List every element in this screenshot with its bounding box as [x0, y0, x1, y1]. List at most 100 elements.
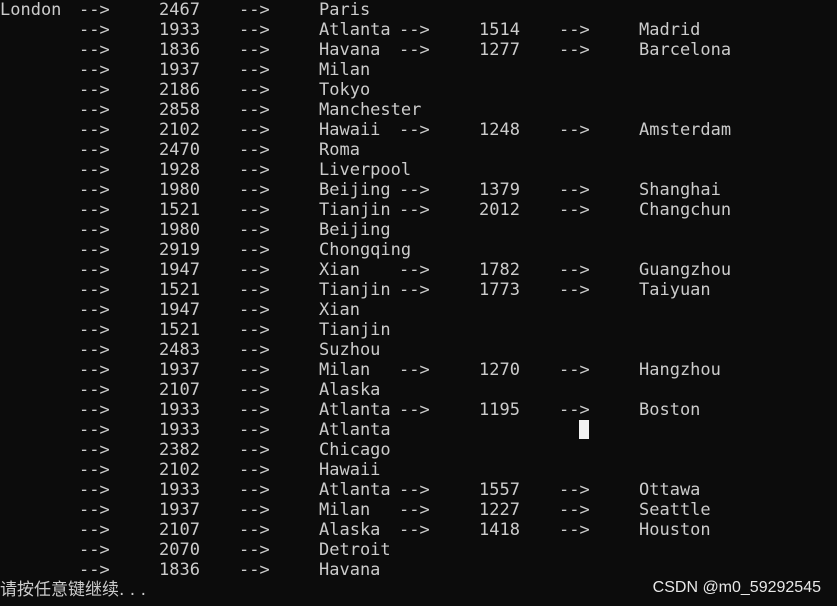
arrow: --> — [239, 120, 270, 140]
arrow: --> — [559, 400, 590, 420]
arrow: --> — [239, 40, 270, 60]
distance: 2107 — [159, 520, 200, 540]
arrow: --> — [239, 460, 270, 480]
distance: 1379 — [479, 180, 520, 200]
distance: 1937 — [159, 60, 200, 80]
arrow: --> — [239, 540, 270, 560]
city: Liverpool — [319, 160, 412, 180]
arrow: --> — [559, 260, 590, 280]
console-line: --> 1928 --> Liverpool — [0, 160, 837, 180]
press-any-key-prompt: 请按任意键继续. . . — [0, 580, 147, 600]
arrow: --> — [239, 80, 270, 100]
arrow: --> — [239, 300, 270, 320]
distance: 2186 — [159, 80, 200, 100]
distance: 1270 — [479, 360, 520, 380]
console-line: --> 1937 --> Milan --> 1270 --> Hangzhou — [0, 360, 837, 380]
arrow: --> — [79, 460, 110, 480]
console-line: London --> 2467 --> Paris — [0, 0, 837, 20]
arrow: --> — [79, 20, 110, 40]
city: Tokyo — [319, 80, 371, 100]
arrow: --> — [239, 100, 270, 120]
arrow: --> — [559, 40, 590, 60]
arrow: --> — [559, 180, 590, 200]
distance: 1928 — [159, 160, 200, 180]
arrow: --> — [559, 20, 590, 40]
city: Atlanta — [319, 20, 391, 40]
city: Alaska — [319, 380, 381, 400]
distance: 1248 — [479, 120, 520, 140]
arrow: --> — [399, 500, 430, 520]
arrow: --> — [559, 120, 590, 140]
distance: 2919 — [159, 240, 200, 260]
arrow: --> — [79, 320, 110, 340]
city: Roma — [319, 140, 360, 160]
destination-city: Seattle — [639, 500, 711, 520]
arrow: --> — [79, 280, 110, 300]
arrow: --> — [399, 120, 430, 140]
arrow: --> — [239, 560, 270, 580]
arrow: --> — [239, 500, 270, 520]
distance: 1836 — [159, 40, 200, 60]
destination-city: Changchun — [639, 200, 732, 220]
distance: 1418 — [479, 520, 520, 540]
arrow: --> — [79, 560, 110, 580]
arrow: --> — [79, 480, 110, 500]
arrow: --> — [239, 240, 270, 260]
city: Hawaii — [319, 120, 381, 140]
arrow: --> — [79, 160, 110, 180]
city: Tianjin — [319, 320, 391, 340]
distance: 2070 — [159, 540, 200, 560]
distance: 2102 — [159, 460, 200, 480]
arrow: --> — [559, 480, 590, 500]
arrow: --> — [79, 400, 110, 420]
console-line: --> 1980 --> Beijing — [0, 220, 837, 240]
arrow: --> — [239, 340, 270, 360]
arrow: --> — [399, 280, 430, 300]
arrow: --> — [239, 400, 270, 420]
console-line: --> 1947 --> Xian --> 1782 --> Guangzhou — [0, 260, 837, 280]
city: Beijing — [319, 220, 391, 240]
console-line: --> 2470 --> Roma — [0, 140, 837, 160]
arrow: --> — [79, 120, 110, 140]
console-line: --> 2102 --> Hawaii — [0, 460, 837, 480]
arrow: --> — [79, 200, 110, 220]
arrow: --> — [239, 520, 270, 540]
distance: 1933 — [159, 20, 200, 40]
arrow: --> — [239, 360, 270, 380]
console-window[interactable]: London --> 2467 --> Paris --> 1933 --> Atlanta --… — [0, 0, 837, 606]
city: Milan — [319, 500, 371, 520]
destination-city: Boston — [639, 400, 701, 420]
arrow: --> — [79, 420, 110, 440]
arrow: --> — [79, 220, 110, 240]
console-line: --> 2382 --> Chicago — [0, 440, 837, 460]
distance: 2858 — [159, 100, 200, 120]
arrow: --> — [79, 440, 110, 460]
arrow: --> — [239, 280, 270, 300]
distance: 1195 — [479, 400, 520, 420]
console-line: --> 1933 --> Atlanta --> 1514 --> Madrid — [0, 20, 837, 40]
city: Detroit — [319, 540, 391, 560]
distance: 2107 — [159, 380, 200, 400]
distance: 2483 — [159, 340, 200, 360]
console-line: --> 1937 --> Milan — [0, 60, 837, 80]
distance: 2470 — [159, 140, 200, 160]
distance: 2382 — [159, 440, 200, 460]
destination-city: Ottawa — [639, 480, 701, 500]
console-line: --> 2858 --> Manchester — [0, 100, 837, 120]
arrow: --> — [79, 380, 110, 400]
destination-city: Madrid — [639, 20, 701, 40]
distance: 1933 — [159, 420, 200, 440]
arrow: --> — [79, 140, 110, 160]
arrow: --> — [399, 360, 430, 380]
distance: 1980 — [159, 180, 200, 200]
city: Chicago — [319, 440, 391, 460]
arrow: --> — [559, 520, 590, 540]
arrow: --> — [399, 400, 430, 420]
city: Havana — [319, 560, 381, 580]
city: Suzhou — [319, 340, 381, 360]
arrow: --> — [399, 520, 430, 540]
arrow: --> — [239, 440, 270, 460]
arrow: --> — [559, 200, 590, 220]
console-line: --> 1933 --> Atlanta — [0, 420, 837, 440]
city: Xian — [319, 300, 360, 320]
